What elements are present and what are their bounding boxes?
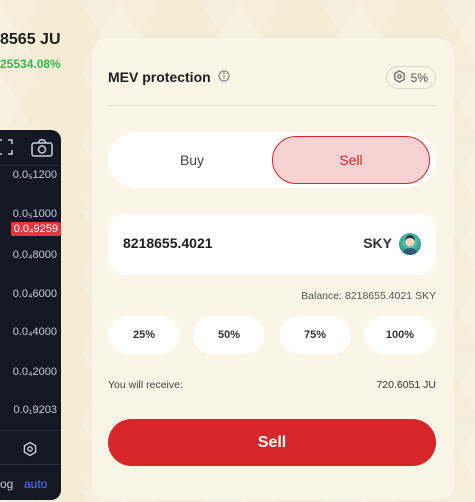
price-axis-label: 0.0₅1000 [12, 208, 57, 220]
sell-button[interactable]: Sell [108, 419, 436, 466]
receive-label: You will receive: [108, 379, 183, 391]
tab-sell[interactable]: Sell [272, 136, 430, 184]
price-axis-label: 0.0₁9203 [13, 404, 57, 416]
price-chart[interactable]: 0.0₅1200 0.0₅1000 0.0₄9259 0.0₄8000 0.0₄… [0, 130, 61, 500]
price-axis-label: 0.0₄4000 [12, 326, 57, 338]
ticker-change: 25534.08% [0, 57, 61, 71]
ticker-price: 8565 JU [0, 31, 61, 48]
token-avatar [399, 233, 421, 255]
amount-value[interactable]: 8218655.4021 [123, 235, 213, 251]
info-icon[interactable] [218, 69, 230, 87]
log-scale-toggle[interactable]: og [0, 477, 13, 491]
tab-buy[interactable]: Buy [112, 136, 272, 184]
amount-input[interactable]: 8218655.4021 SKY [108, 213, 436, 275]
percent-25-button[interactable]: 25% [108, 316, 180, 354]
price-axis-label: 0.0₄6000 [12, 288, 57, 300]
percent-100-button[interactable]: 100% [364, 316, 436, 354]
percent-50-button[interactable]: 50% [193, 316, 265, 354]
token-symbol: SKY [363, 235, 392, 251]
slippage-value: 5% [410, 70, 428, 85]
camera-icon[interactable] [31, 139, 53, 162]
gear-icon [393, 69, 406, 86]
balance-text: Balance: 8218655.4021 SKY [301, 290, 436, 302]
price-axis-label: 0.0₅1200 [12, 169, 57, 181]
auto-scale-toggle[interactable]: auto [24, 477, 47, 491]
price-axis-label: 0.0₄2000 [12, 366, 57, 378]
mev-protection-title: MEV protection [108, 69, 211, 85]
current-price-marker: 0.0₄9259 [10, 222, 61, 236]
price-axis-label: 0.0₄8000 [12, 249, 57, 261]
percent-75-button[interactable]: 75% [279, 316, 351, 354]
slippage-settings-button[interactable]: 5% [385, 66, 436, 89]
chart-settings-row [0, 430, 61, 466]
buy-sell-toggle: Buy Sell [108, 132, 436, 188]
mev-protection-row: MEV protection 5% [108, 66, 436, 89]
chart-toolbar [0, 130, 61, 166]
percent-presets: 25% 50% 75% 100% [108, 316, 436, 354]
settings-icon[interactable] [22, 441, 38, 462]
divider [108, 105, 436, 106]
receive-value: 720.6051 JU [376, 379, 436, 391]
trade-panel: MEV protection 5% Buy Sell 8218655.4021 … [92, 38, 454, 500]
fullscreen-icon[interactable] [0, 139, 13, 160]
chart-scale-row: og auto [0, 464, 61, 500]
